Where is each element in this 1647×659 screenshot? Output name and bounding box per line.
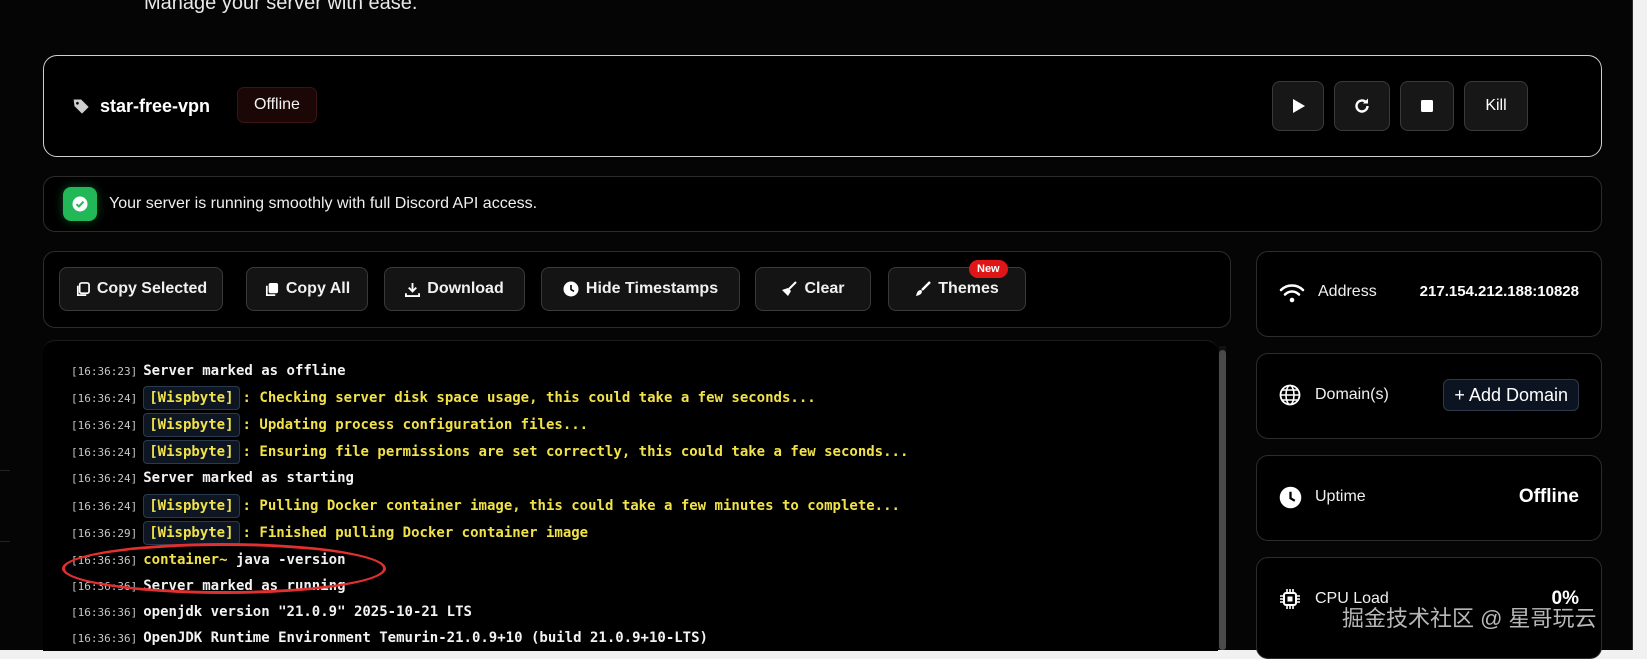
stop-icon: [1421, 100, 1433, 112]
hide-timestamps-label: Hide Timestamps: [585, 280, 719, 297]
uptime-card: Uptime Offline: [1256, 455, 1602, 541]
log-line: [16:36:36] OpenJDK Runtime Environment Te…: [71, 627, 708, 649]
play-icon: [1293, 99, 1305, 113]
log-text: Server marked as starting: [143, 470, 354, 486]
clock-icon: [1279, 486, 1302, 509]
new-badge: New: [969, 260, 1008, 278]
watermark: 掘金技术社区 @ 星哥玩云: [1342, 606, 1597, 631]
download-icon: [405, 282, 421, 297]
tag-icon: [73, 99, 89, 114]
log-text: OpenJDK Runtime Environment Temurin-21.0…: [143, 630, 708, 646]
log-line: [16:36:24] [Wispbyte]: Pulling Docker con…: [71, 494, 900, 518]
log-text: : Checking server disk space usage, this…: [242, 390, 816, 406]
download-button[interactable]: Download: [384, 267, 525, 311]
globe-icon: [1279, 384, 1301, 406]
hide-timestamps-button[interactable]: Hide Timestamps: [541, 267, 740, 311]
log-source-tag: [Wispbyte]: [143, 521, 240, 545]
log-source-tag: [Wispbyte]: [143, 440, 240, 464]
server-name: star-free-vpn: [100, 96, 211, 116]
uptime-label: Uptime: [1315, 488, 1366, 505]
wifi-icon: [1279, 284, 1305, 303]
log-timestamp: [16:36:24]: [71, 472, 138, 485]
log-text: : Updating process configuration files..…: [242, 417, 589, 433]
notice-text: Your server is running smoothly with ful…: [109, 195, 538, 212]
broom-icon: [782, 281, 798, 296]
uptime-value: Offline: [1518, 486, 1579, 507]
clear-label: Clear: [804, 280, 845, 297]
log-line: [16:36:24] [Wispbyte]: Updating process c…: [71, 413, 589, 437]
log-line: [16:36:29] [Wispbyte]: Finished pulling D…: [71, 521, 589, 545]
address-card: Address 217.154.212.188:10828: [1256, 251, 1602, 337]
log-line: [16:36:36] openjdk version "21.0.9" 2025-…: [71, 601, 472, 623]
log-text: openjdk version "21.0.9" 2025-10-21 LTS: [143, 604, 472, 620]
stop-button[interactable]: [1400, 81, 1454, 131]
download-label: Download: [427, 280, 504, 297]
copy-all-label: Copy All: [285, 280, 351, 297]
console-scrollbar-thumb[interactable]: [1219, 350, 1226, 650]
cpu-icon: [1280, 589, 1300, 609]
log-timestamp: [16:36:36]: [71, 632, 138, 645]
log-text: Server marked as offline: [143, 363, 346, 379]
themes-label: Themes: [938, 280, 999, 297]
log-line: [16:36:24] [Wispbyte]: Ensuring file perm…: [71, 440, 909, 464]
log-line: [16:36:24] Server marked as starting: [71, 467, 354, 489]
log-line: [16:36:24] [Wispbyte]: Checking server di…: [71, 386, 816, 410]
console-toolbar: Copy Selected Copy All Download Hide Tim…: [43, 251, 1231, 328]
log-timestamp: [16:36:29]: [71, 527, 138, 540]
log-source-tag: [Wispbyte]: [143, 494, 240, 518]
status-badge: Offline: [237, 87, 317, 123]
log-source-tag: [Wispbyte]: [143, 413, 240, 437]
divider: [0, 470, 10, 542]
status-notice: Your server is running smoothly with ful…: [43, 176, 1602, 232]
log-source-tag: [Wispbyte]: [143, 386, 240, 410]
domains-label: Domain(s): [1315, 386, 1389, 403]
server-panel: Manage your server with ease. star-free-…: [0, 0, 1633, 659]
log-timestamp: [16:36:24]: [71, 419, 138, 432]
page-subtitle: Manage your server with ease.: [144, 0, 418, 14]
clear-button[interactable]: Clear: [755, 267, 871, 311]
add-domain-button[interactable]: + Add Domain: [1443, 379, 1579, 411]
domains-card: Domain(s) + Add Domain: [1256, 353, 1602, 439]
copy-all-button[interactable]: Copy All: [246, 267, 368, 311]
copy-selected-button[interactable]: Copy Selected: [59, 267, 223, 311]
check-circle-icon: [63, 187, 97, 221]
log-timestamp: [16:36:24]: [71, 446, 138, 459]
log-timestamp: [16:36:23]: [71, 365, 138, 378]
log-timestamp: [16:36:36]: [71, 606, 138, 619]
start-button[interactable]: [1272, 81, 1324, 131]
paintbrush-icon: [916, 281, 932, 296]
log-timestamp: [16:36:24]: [71, 500, 138, 513]
log-text: : Finished pulling Docker container imag…: [242, 525, 589, 541]
kill-button[interactable]: Kill: [1464, 81, 1528, 131]
log-timestamp: [16:36:24]: [71, 392, 138, 405]
restart-button[interactable]: [1334, 81, 1390, 131]
copy-all-icon: [265, 282, 278, 296]
log-text: : Ensuring file permissions are set corr…: [242, 444, 909, 460]
annotation-ellipse: [62, 543, 386, 594]
clock-icon: [563, 281, 579, 297]
copy-icon: [76, 281, 90, 296]
address-value[interactable]: 217.154.212.188:10828: [1420, 283, 1579, 300]
log-line: [16:36:23] Server marked as offline: [71, 360, 346, 382]
refresh-icon: [1355, 98, 1369, 113]
server-header-card: star-free-vpn Offline Kill: [43, 55, 1602, 157]
log-text: : Pulling Docker container image, this c…: [242, 498, 900, 514]
address-label: Address: [1318, 283, 1377, 300]
copy-selected-label: Copy Selected: [96, 280, 208, 297]
